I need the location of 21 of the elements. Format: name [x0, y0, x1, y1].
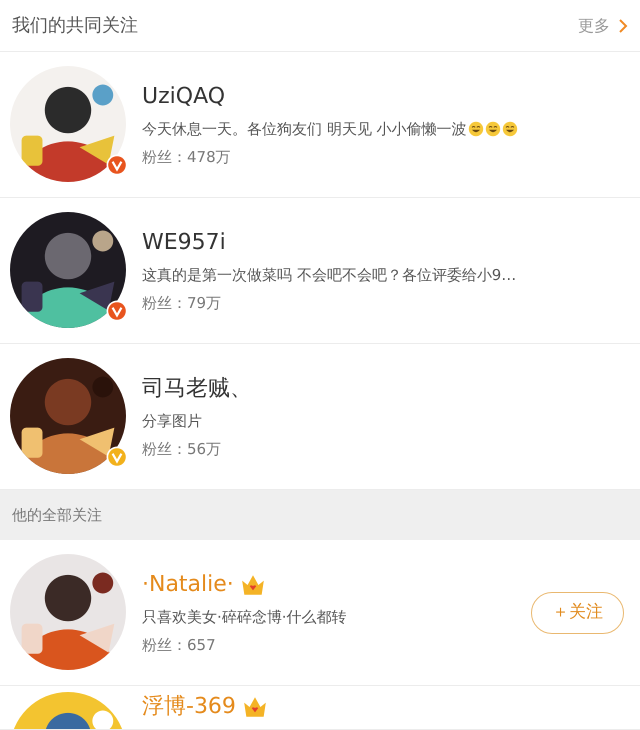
section-title: 他的全部关注 — [12, 504, 102, 526]
user-name[interactable]: WE957i — [142, 228, 226, 258]
user-name[interactable]: 司马老贼、 — [142, 374, 252, 404]
chevron-right-icon — [618, 18, 628, 34]
fan-count: 粉丝：79万 — [142, 292, 222, 314]
user-bio: 只喜欢美女·碎碎念博·什么都转 — [142, 606, 347, 628]
laughing-face-icon — [502, 120, 518, 136]
user-name[interactable]: 浮博-369 — [142, 692, 236, 722]
user-bio: 分享图片 — [142, 410, 202, 432]
fan-count: 粉丝：56万 — [142, 438, 222, 460]
user-bio: 今天休息一天。各位狗友们 明天见 小小偷懒一波 — [142, 118, 467, 140]
follow-button[interactable]: ＋关注 — [531, 592, 624, 634]
user-name[interactable]: ·Natalie· — [142, 570, 234, 600]
laughing-face-icon — [468, 120, 484, 136]
fan-count: 粉丝：478万 — [142, 146, 232, 168]
fan-count: 粉丝：657 — [142, 634, 217, 656]
user-name[interactable]: UziQAQ — [142, 82, 226, 112]
user-bio: 这真的是第一次做菜吗 不会吧不会吧？各位评委给小9… — [142, 264, 516, 286]
section-title: 我们的共同关注 — [12, 14, 138, 38]
laughing-face-icon — [484, 120, 501, 136]
more-link[interactable]: 更多 — [578, 14, 628, 38]
